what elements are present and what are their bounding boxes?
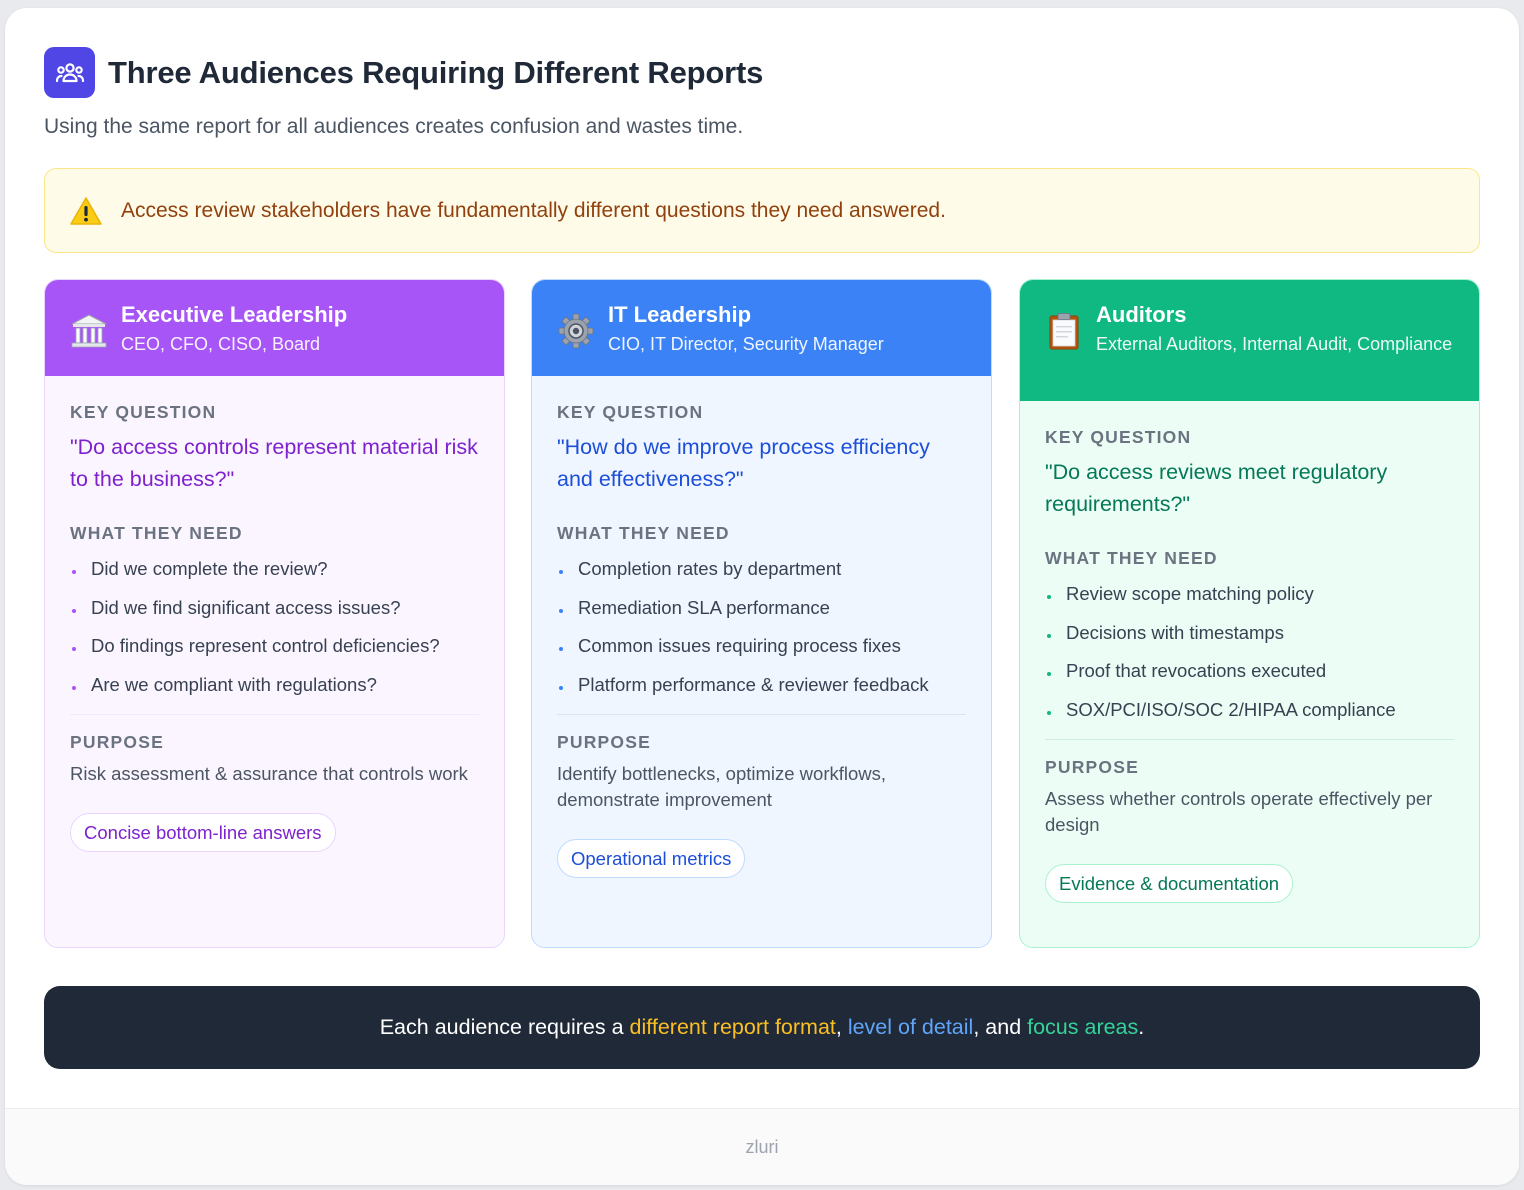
banner-highlight-focus: focus areas xyxy=(1027,1015,1139,1039)
card-roles: CEO, CFO, CISO, Board xyxy=(121,334,321,354)
needs-list: Did we complete the review? Did we find … xyxy=(70,556,479,698)
list-item: Common issues requiring process fixes xyxy=(557,633,966,659)
page-title: Three Audiences Requiring Different Repo… xyxy=(108,54,764,90)
card-heading: Auditors External Auditors, Internal Aud… xyxy=(1096,301,1452,357)
list-item: Did we find significant access issues? xyxy=(70,595,479,621)
gear-icon xyxy=(558,313,594,349)
list-item: Proof that revocations executed xyxy=(1045,658,1454,684)
what-they-need-label: WHAT THEY NEED xyxy=(70,523,243,543)
warning-icon xyxy=(70,196,102,225)
purpose-text: Assess whether controls operate effectiv… xyxy=(1045,787,1433,835)
key-question: "Do access controls represent material r… xyxy=(70,435,478,491)
card-name: IT Leadership xyxy=(608,302,752,327)
card-name: Executive Leadership xyxy=(121,302,348,327)
purpose-label: PURPOSE xyxy=(70,731,164,752)
summary-banner: Each audience requires a different repor… xyxy=(44,986,1480,1069)
divider xyxy=(1045,738,1454,740)
purpose-text: Identify bottlenecks, optimize workflows… xyxy=(557,762,887,810)
purpose-text: Risk assessment & assurance that control… xyxy=(70,762,468,784)
card-auditors: Auditors External Auditors, Internal Aud… xyxy=(1019,279,1480,948)
card-header: IT Leadership CIO, IT Director, Security… xyxy=(532,280,991,376)
list-item: SOX/PCI/ISO/SOC 2/HIPAA compliance xyxy=(1045,697,1454,723)
card-heading: Executive Leadership CEO, CFO, CISO, Boa… xyxy=(121,301,347,357)
clipboard-icon xyxy=(1049,313,1079,350)
key-question: "How do we improve process efficiency an… xyxy=(557,435,930,491)
divider xyxy=(70,713,479,715)
alert-box: Access review stakeholders have fundamen… xyxy=(44,168,1480,253)
format-tag: Concise bottom-line answers xyxy=(70,812,336,852)
footer: zluri xyxy=(5,1108,1519,1185)
banner-text: Each audience requires a different repor… xyxy=(380,1015,1145,1040)
banner-highlight-format: different report format xyxy=(629,1015,836,1039)
users-group-icon xyxy=(44,47,95,98)
banner-separator: , xyxy=(835,1015,848,1039)
footer-brand: zluri xyxy=(745,1136,779,1157)
what-they-need-label: WHAT THEY NEED xyxy=(557,523,730,543)
card-it-leadership: IT Leadership CIO, IT Director, Security… xyxy=(531,279,992,948)
list-item: Did we complete the review? xyxy=(70,556,479,582)
card-body: KEY QUESTION "Do access reviews meet reg… xyxy=(1020,401,1479,903)
purpose-label: PURPOSE xyxy=(557,731,651,752)
what-they-need-label: WHAT THEY NEED xyxy=(1045,548,1218,568)
card-executive-leadership: Executive Leadership CEO, CFO, CISO, Boa… xyxy=(44,279,505,948)
card-heading: IT Leadership CIO, IT Director, Security… xyxy=(608,301,884,357)
key-question: "Do access reviews meet regulatory requi… xyxy=(1045,460,1388,516)
needs-list: Review scope matching policy Decisions w… xyxy=(1045,581,1454,723)
card-body: KEY QUESTION "Do access controls represe… xyxy=(45,376,504,852)
list-item: Review scope matching policy xyxy=(1045,581,1454,607)
header: Three Audiences Requiring Different Repo… xyxy=(44,47,763,98)
banner-highlight-detail: level of detail xyxy=(847,1015,974,1039)
key-question-label: KEY QUESTION xyxy=(70,402,217,422)
format-tag: Operational metrics xyxy=(557,838,746,878)
slide-page: Three Audiences Requiring Different Repo… xyxy=(5,8,1519,1185)
list-item: Decisions with timestamps xyxy=(1045,620,1454,646)
list-item: Do findings represent control deficienci… xyxy=(70,633,479,659)
list-item: Remediation SLA performance xyxy=(557,595,966,621)
card-roles: CIO, IT Director, Security Manager xyxy=(608,334,884,354)
key-question-label: KEY QUESTION xyxy=(1045,427,1192,447)
banner-prefix: Each audience requires a xyxy=(379,1015,630,1039)
divider xyxy=(557,713,966,715)
card-header: Executive Leadership CEO, CFO, CISO, Boa… xyxy=(45,280,504,376)
page-subtitle: Using the same report for all audiences … xyxy=(44,115,744,138)
card-header: Auditors External Auditors, Internal Aud… xyxy=(1020,280,1479,401)
card-roles: External Auditors, Internal Audit, Compl… xyxy=(1096,334,1453,354)
key-question-label: KEY QUESTION xyxy=(557,402,704,422)
list-item: Are we compliant with regulations? xyxy=(70,672,479,698)
card-name: Auditors xyxy=(1096,302,1187,327)
alert-text: Access review stakeholders have fundamen… xyxy=(121,198,946,222)
banner-suffix: . xyxy=(1138,1015,1145,1039)
needs-list: Completion rates by department Remediati… xyxy=(557,556,966,698)
bank-building-icon xyxy=(71,314,107,348)
banner-separator: , and xyxy=(973,1015,1028,1039)
list-item: Platform performance & reviewer feedback xyxy=(557,672,966,698)
format-tag: Evidence & documentation xyxy=(1045,863,1294,903)
purpose-label: PURPOSE xyxy=(1045,756,1139,777)
list-item: Completion rates by department xyxy=(557,556,966,582)
card-body: KEY QUESTION "How do we improve process … xyxy=(532,376,991,878)
